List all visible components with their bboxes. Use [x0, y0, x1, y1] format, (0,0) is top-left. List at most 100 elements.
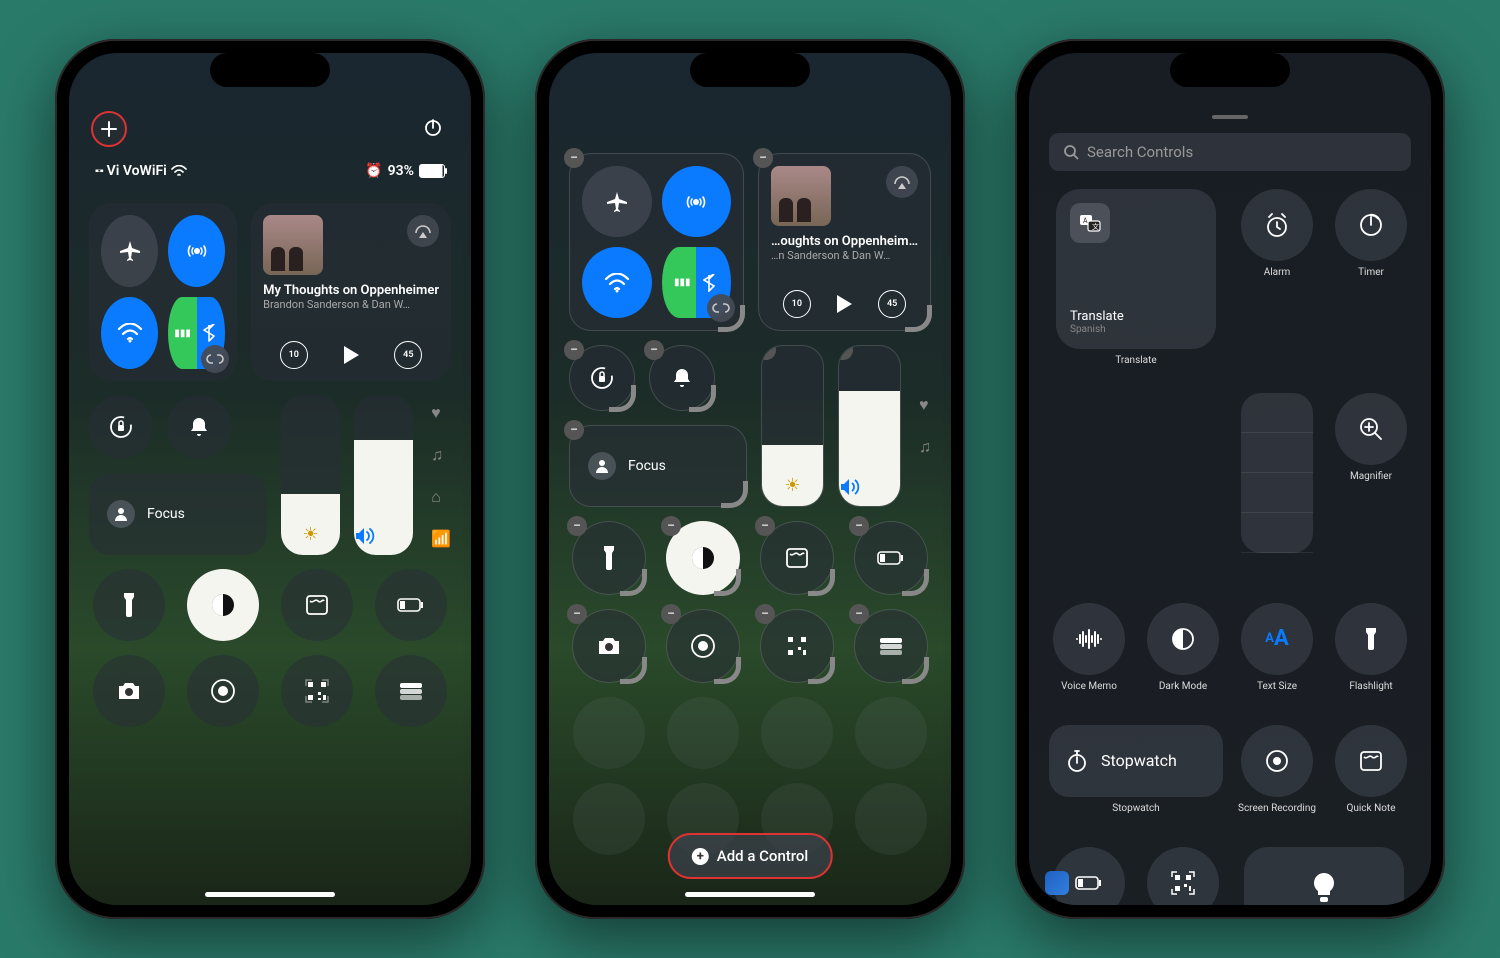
resize-handle[interactable]: [714, 569, 741, 596]
silent-mode-toggle[interactable]: [167, 395, 231, 459]
gallery-item-timer[interactable]: Timer: [1331, 189, 1411, 379]
airplay-button[interactable]: [886, 166, 918, 198]
music-note-icon[interactable]: ♫: [431, 445, 451, 465]
resize-handle[interactable]: [620, 657, 647, 684]
remove-button[interactable]: −: [661, 516, 681, 536]
remove-button[interactable]: −: [567, 516, 587, 536]
play-button[interactable]: [834, 293, 854, 315]
skip-back-button[interactable]: 10: [280, 341, 308, 369]
wifi-toggle[interactable]: [101, 297, 158, 369]
gallery-item-dark-mode[interactable]: Dark Mode: [1143, 603, 1223, 705]
empty-slot[interactable]: [761, 697, 833, 769]
empty-slot[interactable]: [855, 783, 927, 855]
volume-slider[interactable]: −: [838, 345, 901, 507]
connectivity-tile[interactable]: − ▮▮▮: [569, 153, 744, 331]
wifi-toggle[interactable]: [582, 247, 652, 318]
wallet-button[interactable]: −: [854, 609, 928, 683]
orientation-lock-toggle[interactable]: −: [569, 345, 635, 411]
cellular-bluetooth-cluster[interactable]: ▮▮▮: [662, 247, 732, 318]
gallery-item-home-scene[interactable]: Scene or Accessory Home: [1237, 847, 1411, 905]
brightness-slider[interactable]: ☀: [281, 395, 340, 555]
gallery-item-text-size[interactable]: AAText Size: [1237, 603, 1317, 705]
add-control-button[interactable]: + Add a Control: [668, 833, 833, 879]
resize-handle[interactable]: [808, 657, 835, 684]
antenna-icon[interactable]: 📶: [431, 529, 451, 548]
qr-scan-button[interactable]: [281, 655, 353, 727]
dark-mode-toggle[interactable]: −: [666, 521, 740, 595]
media-tile[interactable]: − …oughts on Oppenheim… …n Sanderson & D…: [758, 153, 931, 331]
gallery-item-magnifier[interactable]: Magnifier: [1331, 393, 1411, 583]
screen-record-button[interactable]: [187, 655, 259, 727]
brightness-slider[interactable]: −☀: [761, 345, 824, 507]
airplane-mode-toggle[interactable]: [101, 215, 158, 287]
media-tile[interactable]: My Thoughts on Oppenheimer Brandon Sande…: [251, 203, 451, 381]
sheet-handle[interactable]: [1212, 115, 1248, 119]
skip-forward-button[interactable]: 45: [878, 290, 906, 318]
home-indicator[interactable]: [205, 892, 335, 897]
gallery-item-voice-memo[interactable]: Voice Memo: [1049, 603, 1129, 705]
silent-mode-toggle[interactable]: −: [649, 345, 715, 411]
cellular-bluetooth-cluster[interactable]: ▮▮▮: [168, 297, 225, 369]
screen-record-button[interactable]: −: [666, 609, 740, 683]
skip-back-button[interactable]: 10: [783, 290, 811, 318]
play-button[interactable]: [341, 344, 361, 366]
remove-button[interactable]: −: [564, 148, 584, 168]
heart-icon[interactable]: ♥: [431, 403, 451, 423]
low-power-toggle[interactable]: −: [854, 521, 928, 595]
remove-button[interactable]: −: [849, 516, 869, 536]
gallery-item-scan-code[interactable]: Scan Code: [1143, 847, 1223, 905]
empty-slot[interactable]: [855, 697, 927, 769]
resize-handle[interactable]: [808, 569, 835, 596]
resize-handle[interactable]: [905, 305, 932, 332]
empty-slot[interactable]: [573, 783, 645, 855]
resize-handle[interactable]: [620, 569, 647, 596]
gallery-item-brightness-preview[interactable]: [1237, 393, 1317, 583]
home-icon[interactable]: ⌂: [431, 487, 451, 507]
airplane-mode-toggle[interactable]: [582, 166, 652, 237]
add-button[interactable]: [91, 111, 127, 147]
remove-button[interactable]: −: [564, 340, 584, 360]
gallery-item-alarm[interactable]: Alarm: [1237, 189, 1317, 379]
dark-mode-toggle[interactable]: [187, 569, 259, 641]
remove-button[interactable]: −: [849, 604, 869, 624]
airdrop-toggle[interactable]: [168, 215, 225, 287]
remove-button[interactable]: −: [838, 345, 853, 360]
flashlight-toggle[interactable]: [93, 569, 165, 641]
orientation-lock-toggle[interactable]: [89, 395, 153, 459]
search-input[interactable]: Search Controls: [1049, 133, 1411, 171]
remove-button[interactable]: −: [661, 604, 681, 624]
resize-handle[interactable]: [714, 657, 741, 684]
resize-handle[interactable]: [689, 385, 716, 412]
resize-handle[interactable]: [902, 569, 929, 596]
remove-button[interactable]: −: [644, 340, 664, 360]
empty-slot[interactable]: [573, 697, 645, 769]
remove-button[interactable]: −: [755, 604, 775, 624]
low-power-toggle[interactable]: [375, 569, 447, 641]
quick-note-button[interactable]: −: [760, 521, 834, 595]
remove-button[interactable]: −: [753, 148, 773, 168]
quick-note-button[interactable]: [281, 569, 353, 641]
gallery-item-screen-recording[interactable]: Screen Recording: [1237, 725, 1317, 827]
focus-tile[interactable]: Focus: [89, 473, 267, 555]
resize-handle[interactable]: [721, 481, 748, 508]
power-button[interactable]: [417, 111, 449, 143]
remove-button[interactable]: −: [564, 420, 584, 440]
resize-handle[interactable]: [609, 385, 636, 412]
focus-tile[interactable]: − Focus: [569, 425, 747, 507]
skip-forward-button[interactable]: 45: [394, 341, 422, 369]
volume-slider[interactable]: [354, 395, 413, 555]
home-indicator[interactable]: [685, 892, 815, 897]
connectivity-tile[interactable]: ▮▮▮: [89, 203, 237, 381]
qr-scan-button[interactable]: −: [760, 609, 834, 683]
camera-button[interactable]: [93, 655, 165, 727]
gallery-item-stopwatch-wide[interactable]: Stopwatch Stopwatch: [1049, 725, 1223, 827]
flashlight-toggle[interactable]: −: [572, 521, 646, 595]
remove-button[interactable]: −: [755, 516, 775, 536]
airdrop-toggle[interactable]: [662, 166, 732, 237]
gallery-item-translate[interactable]: A文 Translate Spanish Translate: [1049, 189, 1223, 379]
remove-button[interactable]: −: [567, 604, 587, 624]
resize-handle[interactable]: [902, 657, 929, 684]
empty-slot[interactable]: [667, 697, 739, 769]
gallery-item-flashlight[interactable]: Flashlight: [1331, 603, 1411, 705]
airplay-button[interactable]: [407, 215, 439, 247]
